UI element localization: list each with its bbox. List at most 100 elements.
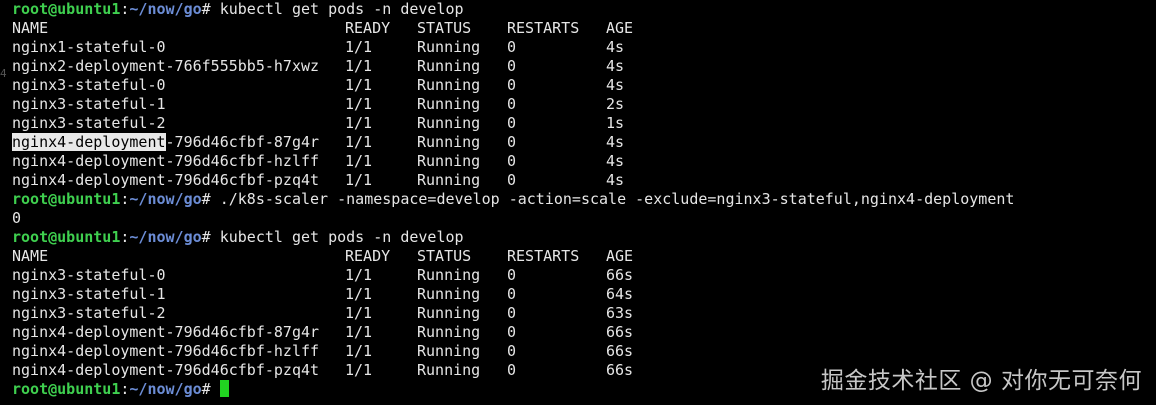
prompt-path: ~/now/go [129, 190, 202, 208]
table-row: nginx1-stateful-0 1/1 Running 0 4s [12, 38, 1156, 57]
prompt-symbol: # [201, 380, 211, 398]
pod-age: 4s [606, 38, 625, 56]
header-age: AGE [606, 19, 634, 37]
pod-name: nginx3-stateful-2 [12, 114, 166, 132]
pod-ready: 1/1 [345, 266, 373, 284]
header-restarts: RESTARTS [507, 19, 580, 37]
pod-ready: 1/1 [345, 152, 373, 170]
pod-age: 4s [606, 76, 625, 94]
pod-ready: 1/1 [345, 57, 373, 75]
pod-status: Running [417, 114, 481, 132]
pod-age: 66s [606, 323, 634, 341]
pod-age: 63s [606, 304, 634, 322]
pod-name: nginx3-stateful-0 [12, 76, 166, 94]
table-row: nginx3-stateful-0 1/1 Running 0 4s [12, 76, 1156, 95]
pod-name: nginx1-stateful-0 [12, 38, 166, 56]
pod-restarts: 0 [507, 133, 517, 151]
pod-ready: 1/1 [345, 171, 373, 189]
pod-ready: 1/1 [345, 323, 373, 341]
pod-restarts: 0 [507, 285, 517, 303]
pod-name-rest: -796d46cfbf-87g4r [165, 133, 320, 151]
pod-name: nginx4-deployment-796d46cfbf-87g4r [12, 323, 320, 341]
header-restarts: RESTARTS [507, 247, 580, 265]
header-ready: READY [345, 19, 391, 37]
prompt-symbol: # [201, 190, 211, 208]
header-age: AGE [606, 247, 634, 265]
pod-name-highlight: nginx4-deployment [12, 133, 166, 151]
table-row: nginx4-deployment-796d46cfbf-87g4r 1/1 Run… [12, 133, 1156, 152]
table-row: nginx3-stateful-2 1/1 Running 0 1s [12, 114, 1156, 133]
table-row: nginx4-deployment-796d46cfbf-87g4r 1/1 Run… [12, 323, 1156, 342]
pod-restarts: 0 [507, 152, 517, 170]
watermark: 掘金技术社区 @ 对你无可奈何 [820, 368, 1142, 394]
prompt-path: ~/now/go [129, 380, 202, 398]
pod-status: Running [417, 285, 481, 303]
prompt-line: root@ubuntu1:~/now/go# kubectl get pods … [12, 0, 1156, 19]
table-header: NAME READY STATUS RESTARTS AGE [12, 247, 1156, 266]
pod-name: nginx3-stateful-2 [12, 304, 166, 322]
pod-ready: 1/1 [345, 76, 373, 94]
prompt-path: ~/now/go [129, 0, 202, 18]
header-status: STATUS [417, 247, 472, 265]
side-marker: 4 [0, 67, 7, 80]
pod-age: 2s [606, 95, 625, 113]
pod-status: Running [417, 342, 481, 360]
pod-name: nginx3-stateful-1 [12, 95, 166, 113]
table-row: nginx3-stateful-1 1/1 Running 0 64s [12, 285, 1156, 304]
pod-age: 4s [606, 152, 625, 170]
pod-status: Running [417, 57, 481, 75]
pod-ready: 1/1 [345, 38, 373, 56]
pod-age: 64s [606, 285, 634, 303]
pod-ready: 1/1 [345, 95, 373, 113]
pod-restarts: 0 [507, 304, 517, 322]
prompt-symbol: # [201, 228, 211, 246]
table-row: nginx4-deployment-796d46cfbf-hzlff 1/1 Run… [12, 342, 1156, 361]
pod-status: Running [417, 304, 481, 322]
pod-status: Running [417, 171, 481, 189]
pod-age: 66s [606, 266, 634, 284]
pod-age: 4s [606, 57, 625, 75]
pod-age: 66s [606, 361, 634, 379]
terminal-window[interactable]: root@ubuntu1:~/now/go# kubectl get pods … [0, 0, 1156, 405]
pod-name: nginx4-deployment-796d46cfbf-hzlff [12, 342, 320, 360]
header-name: NAME [12, 247, 49, 265]
pod-restarts: 0 [507, 57, 517, 75]
pod-restarts: 0 [507, 171, 517, 189]
prompt-user: root@ubuntu1 [12, 228, 121, 246]
pod-status: Running [417, 133, 481, 151]
pod-restarts: 0 [507, 323, 517, 341]
command-text: ./k8s-scaler -namespace=develop -action=… [219, 190, 1015, 208]
text-cursor[interactable] [219, 380, 229, 397]
command-text: kubectl get pods -n develop [219, 228, 464, 246]
pod-name: nginx4-deployment-796d46cfbf-hzlff [12, 152, 320, 170]
pod-name: nginx4-deployment-796d46cfbf-pzq4t [12, 171, 320, 189]
pod-name: nginx4-deployment-796d46cfbf-pzq4t [12, 361, 320, 379]
pod-ready: 1/1 [345, 304, 373, 322]
prompt-line: root@ubuntu1:~/now/go# kubectl get pods … [12, 228, 1156, 247]
pod-ready: 1/1 [345, 285, 373, 303]
prompt-path: ~/now/go [129, 228, 202, 246]
command-text: kubectl get pods -n develop [219, 0, 464, 18]
pod-restarts: 0 [507, 38, 517, 56]
prompt-user: root@ubuntu1 [12, 0, 121, 18]
pod-status: Running [417, 361, 481, 379]
pods-table-after: nginx3-stateful-0 1/1 Running 0 66s nginx3-st… [12, 266, 1156, 380]
pod-name: nginx4-deployment-796d46cfbf-87g4r [12, 133, 345, 152]
pod-status: Running [417, 152, 481, 170]
pod-status: Running [417, 95, 481, 113]
pod-name: nginx3-stateful-0 [12, 266, 166, 284]
pod-age: 4s [606, 171, 625, 189]
pod-restarts: 0 [507, 76, 517, 94]
prompt-line: root@ubuntu1:~/now/go# ./k8s-scaler -nam… [12, 190, 1156, 209]
table-row: nginx3-stateful-1 1/1 Running 0 2s [12, 95, 1156, 114]
table-row: nginx4-deployment-796d46cfbf-pzq4t 1/1 Run… [12, 171, 1156, 190]
pod-restarts: 0 [507, 95, 517, 113]
table-row: nginx2-deployment-766f555bb5-h7xwz 1/1 Run… [12, 57, 1156, 76]
table-row: nginx4-deployment-796d46cfbf-hzlff 1/1 Run… [12, 152, 1156, 171]
pod-status: Running [417, 38, 481, 56]
pod-age: 4s [606, 133, 625, 151]
pod-restarts: 0 [507, 266, 517, 284]
pod-restarts: 0 [507, 361, 517, 379]
prompt-user: root@ubuntu1 [12, 190, 121, 208]
pod-ready: 1/1 [345, 361, 373, 379]
